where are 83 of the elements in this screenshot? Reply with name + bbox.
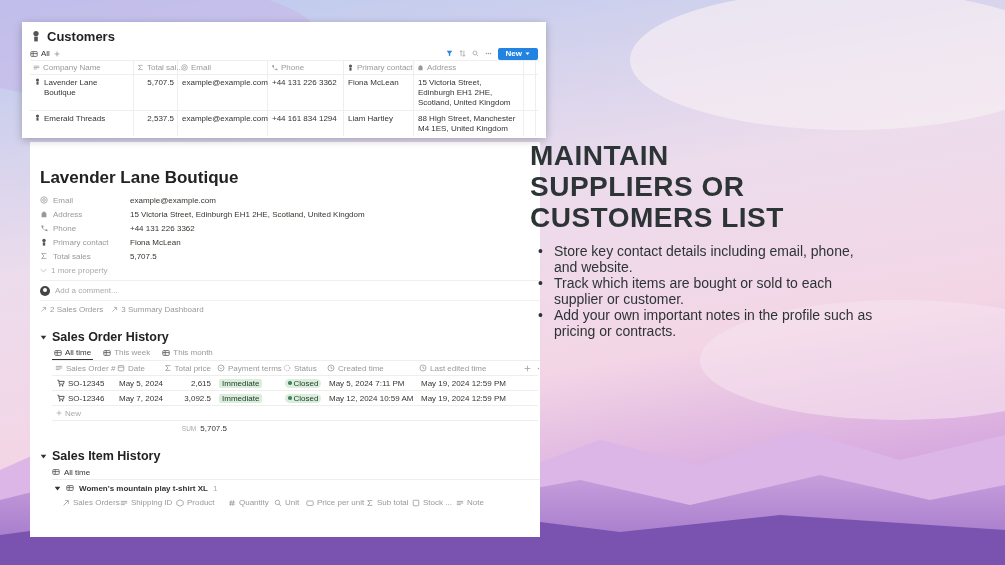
- table-cell: example@example.com: [182, 78, 268, 88]
- column-header[interactable]: Status: [294, 363, 317, 373]
- view-tab[interactable]: This week: [101, 346, 153, 360]
- sum-value: 5,707.5: [200, 423, 227, 433]
- table-cell: example@example.com: [182, 114, 268, 124]
- view-tab[interactable]: This month: [160, 346, 215, 360]
- column-header[interactable]: Shipping ID: [131, 498, 173, 507]
- property-label: Email: [53, 195, 73, 205]
- property-label: Total sales: [53, 251, 91, 261]
- column-header[interactable]: Note: [467, 498, 484, 507]
- relation-link[interactable]: 2 Sales Orders: [40, 305, 104, 314]
- table-cell: +44 161 834 1294: [272, 114, 337, 124]
- column-header[interactable]: Last edited time: [430, 363, 487, 373]
- group-count: 1: [212, 483, 218, 493]
- column-header[interactable]: Price per unit: [317, 498, 365, 507]
- column-header[interactable]: Quantity: [239, 498, 269, 507]
- view-tab[interactable]: All: [30, 49, 50, 58]
- property-value[interactable]: example@example.com: [130, 195, 216, 205]
- column-header[interactable]: Sub total: [377, 498, 409, 507]
- table-cell: 5,707.5: [147, 78, 174, 88]
- column-header[interactable]: Primary contact: [357, 63, 413, 72]
- company-link[interactable]: Lavender Lane Boutique: [44, 78, 130, 98]
- column-header[interactable]: Address: [427, 63, 457, 72]
- order-link[interactable]: SO-12345: [68, 378, 105, 388]
- column-header[interactable]: Unit: [285, 498, 300, 507]
- new-button[interactable]: New: [497, 47, 538, 60]
- bullet-point: Add your own important notes in the profile such as pricing or contracts.: [554, 307, 874, 339]
- property-value[interactable]: Fiona McLean: [130, 237, 181, 247]
- property-value[interactable]: 5,707.5: [130, 251, 157, 261]
- column-header[interactable]: Date: [128, 363, 145, 373]
- table-cell: 3,092.5: [184, 393, 211, 403]
- table-cell: May 12, 2024 10:59 AM: [329, 393, 414, 403]
- property-value[interactable]: 15 Victoria Street, Edinburgh EH1 2HE, Scotland, United Kingdom: [130, 209, 365, 219]
- bullet-marker: •: [538, 243, 544, 261]
- table-cell: May 5, 2024 7:11 PM: [329, 378, 405, 388]
- column-header[interactable]: Product: [187, 498, 215, 507]
- table-cell: May 19, 2024 12:59 PM: [421, 378, 506, 388]
- record-title: Lavender Lane Boutique: [40, 168, 240, 189]
- column-header[interactable]: Sales Order #: [66, 363, 116, 373]
- table-cell: May 19, 2024 12:59 PM: [421, 393, 506, 403]
- status-tag: Closed: [285, 393, 322, 403]
- column-header[interactable]: Company Name: [43, 63, 101, 72]
- column-header[interactable]: Email: [191, 63, 211, 72]
- table-cell: 2,615: [190, 378, 211, 388]
- view-tab[interactable]: All time: [52, 346, 94, 360]
- view-tab[interactable]: All time: [64, 467, 91, 477]
- table-cell: May 5, 2024: [119, 378, 164, 388]
- new-row-button[interactable]: New: [65, 408, 81, 418]
- section-heading: Sales Item History: [52, 449, 161, 463]
- order-link[interactable]: SO-12346: [68, 393, 105, 403]
- group-title[interactable]: Women's mountain play t-shirt XL: [79, 483, 208, 493]
- column-header[interactable]: Total price: [174, 363, 211, 373]
- table-cell: May 7, 2024: [119, 393, 164, 403]
- payment-tag: Immediate: [219, 378, 263, 388]
- payment-tag: Immediate: [219, 393, 263, 403]
- section-heading: Sales Order History: [52, 330, 169, 344]
- table-cell: Liam Hartley: [348, 114, 393, 124]
- property-label: Primary contact: [53, 237, 109, 247]
- page-title: Customers: [47, 28, 115, 44]
- table-cell-text: 88 High Street, Manchester M4 1ES, United Kingdom: [418, 114, 517, 134]
- column-header[interactable]: Stock ...: [423, 498, 452, 507]
- property-value[interactable]: +44 131 226 3362: [130, 223, 195, 233]
- relation-link[interactable]: 3 Summary Dashboard: [111, 305, 204, 314]
- table-cell-text: 15 Victoria Street, Edinburgh EH1 2HE, Scotland, United Kingdom: [418, 78, 512, 108]
- bullet-point: Track which items are bought or sold to each supplier or customer.: [554, 275, 834, 307]
- more-properties-link[interactable]: 1 more property: [51, 265, 108, 275]
- column-header[interactable]: Sales Orders: [73, 498, 120, 507]
- column-header[interactable]: Total sal...: [147, 63, 183, 72]
- slide-heading: MAINTAIN SUPPLIERS OR CUSTOMERS LIST: [530, 140, 785, 233]
- table-cell: +44 131 226 3362: [272, 78, 337, 88]
- column-header[interactable]: Created time: [338, 363, 384, 373]
- bullet-point: Store key contact details including email, phone, and website.: [554, 243, 855, 275]
- table-cell: 2,537.5: [147, 114, 174, 124]
- property-label: Address: [53, 209, 83, 219]
- column-header[interactable]: Payment terms: [228, 363, 282, 373]
- table-cell: Fiona McLean: [348, 78, 399, 88]
- column-header[interactable]: Phone: [281, 63, 305, 72]
- property-label: Phone: [53, 223, 77, 233]
- status-tag: Closed: [285, 378, 322, 388]
- company-link[interactable]: Emerald Threads: [44, 114, 106, 124]
- bullet-marker: •: [538, 275, 544, 293]
- bullet-marker: •: [538, 307, 544, 325]
- comment-field[interactable]: Add a comment...: [55, 286, 118, 295]
